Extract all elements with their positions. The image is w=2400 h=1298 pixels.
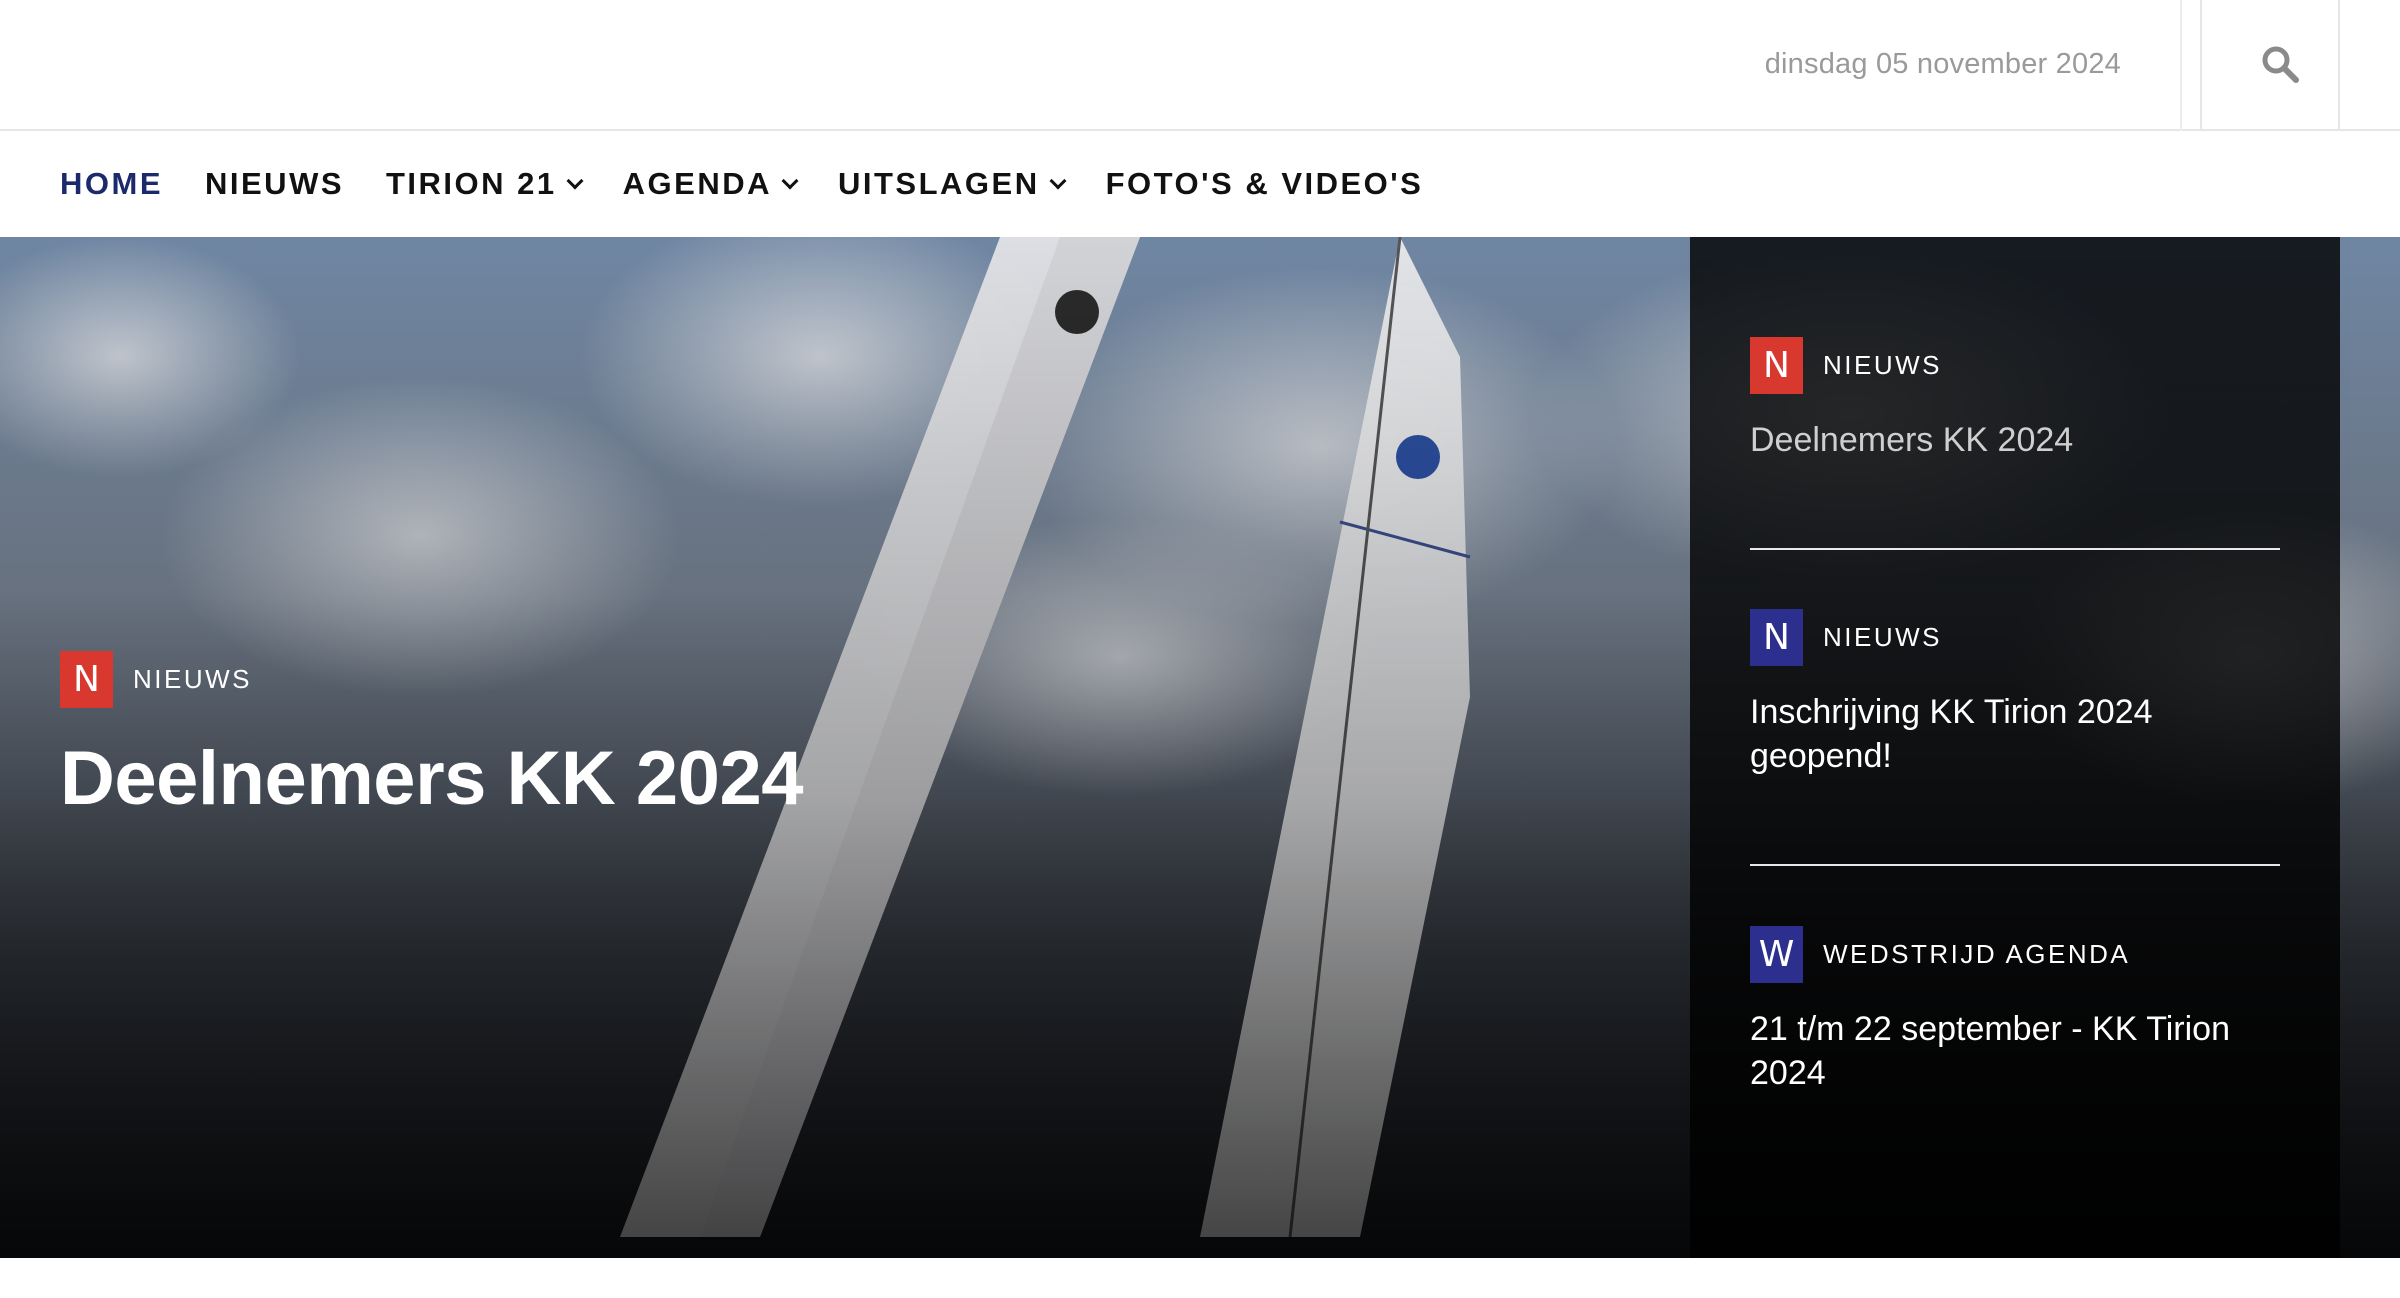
- nav-item-label: HOME: [60, 166, 163, 201]
- search-button[interactable]: [2180, 0, 2340, 131]
- category-label: NIEUWS: [133, 664, 252, 694]
- category-badge: N: [1750, 609, 1803, 666]
- category-badge: N: [1750, 337, 1803, 394]
- nav-item-home[interactable]: HOME: [60, 166, 163, 202]
- post-category[interactable]: N NIEUWS: [1750, 609, 2280, 666]
- nav-item-label: FOTO'S & VIDEO'S: [1105, 166, 1424, 201]
- chevron-down-icon: [1049, 172, 1067, 190]
- category-label: WEDSTRIJD AGENDA: [1823, 939, 2131, 969]
- top-bar: dinsdag 05 november 2024: [0, 0, 2400, 131]
- category-badge: W: [1750, 926, 1803, 983]
- nav-item-uitslagen[interactable]: UITSLAGEN: [838, 166, 1067, 202]
- nav-item-label: NIEUWS: [205, 166, 344, 201]
- hero-title[interactable]: Deelnemers KK 2024: [60, 735, 803, 822]
- sidebar-post[interactable]: W WEDSTRIJD AGENDA 21 t/m 22 september -…: [1750, 926, 2280, 1095]
- nav-item-label: TIRION 21: [386, 166, 557, 201]
- nav-item-fotos-videos[interactable]: FOTO'S & VIDEO'S: [1106, 166, 1424, 202]
- category-label: NIEUWS: [1823, 350, 1942, 380]
- nav-item-nieuws[interactable]: NIEUWS: [205, 166, 344, 202]
- hero-sidebar: N NIEUWS Deelnemers KK 2024 N NIEUWS Ins…: [1690, 237, 2340, 1258]
- sidebar-post[interactable]: N NIEUWS Deelnemers KK 2024: [1750, 337, 2280, 462]
- post-category[interactable]: W WEDSTRIJD AGENDA: [1750, 926, 2280, 983]
- post-title[interactable]: Inschrijving KK Tirion 2024 geopend!: [1750, 690, 2280, 778]
- category-badge: N: [60, 651, 113, 708]
- nav-item-label: AGENDA: [622, 166, 772, 201]
- hero-category[interactable]: N NIEUWS: [60, 651, 252, 708]
- nav-item-agenda[interactable]: AGENDA: [622, 166, 799, 202]
- current-date: dinsdag 05 november 2024: [1764, 48, 2121, 80]
- page-content-start: [0, 1258, 2400, 1298]
- category-label: NIEUWS: [1823, 622, 1942, 652]
- sidebar-post[interactable]: N NIEUWS Inschrijving KK Tirion 2024 geo…: [1750, 609, 2280, 778]
- hero-slider[interactable]: N NIEUWS Deelnemers KK 2024 N NIEUWS Dee…: [0, 237, 2400, 1258]
- divider: [1750, 864, 2280, 866]
- post-title[interactable]: Deelnemers KK 2024: [1750, 418, 2280, 462]
- divider: [1750, 548, 2280, 550]
- post-category[interactable]: N NIEUWS: [1750, 337, 2280, 394]
- search-icon[interactable]: [2260, 44, 2300, 84]
- post-title[interactable]: 21 t/m 22 september - KK Tirion 2024: [1750, 1007, 2280, 1095]
- main-navigation: HOME NIEUWS TIRION 21 AGENDA UITSLAGEN F…: [0, 131, 2400, 237]
- chevron-down-icon: [781, 172, 799, 190]
- nav-item-tirion-21[interactable]: TIRION 21: [386, 166, 584, 202]
- nav-item-label: UITSLAGEN: [838, 166, 1040, 201]
- chevron-down-icon: [566, 172, 584, 190]
